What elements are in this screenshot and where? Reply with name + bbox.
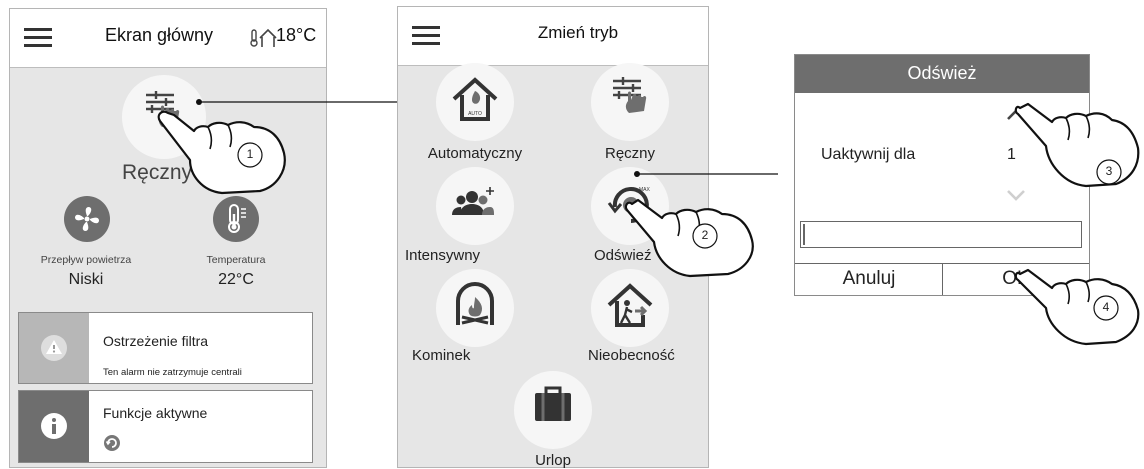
page-title: Zmień tryb (537, 23, 619, 42)
away-house-icon (607, 283, 653, 327)
callout-4-number: 4 (1102, 300, 1110, 314)
fan-icon (75, 207, 99, 231)
info-icon-area (19, 391, 89, 462)
callout-2-number: 2 (701, 228, 709, 242)
fireplace-icon (456, 282, 494, 325)
mode-away-label: Nieobecność (588, 347, 675, 364)
mode-automatic-label: Automatyczny (427, 145, 523, 162)
menu-icon[interactable] (412, 26, 440, 46)
cancel-label: Anuluj (842, 268, 896, 289)
temperature-value: 22°C (218, 271, 254, 288)
info-icon (41, 413, 67, 439)
mode-intensive-button[interactable] (436, 167, 514, 245)
callout-1-number: 1 (246, 147, 254, 161)
filter-warning-card[interactable]: Ostrzeżenie filtra Ten alarm nie zatrzym… (18, 312, 313, 384)
mode-holiday-button[interactable] (514, 371, 592, 449)
refresh-function-icon (104, 435, 120, 451)
hand-pointer-3-icon (1014, 102, 1140, 188)
svg-text:MAX: MAX (639, 187, 651, 193)
airflow-button[interactable] (64, 196, 110, 242)
menu-icon[interactable] (24, 28, 52, 48)
mode-fireplace-button[interactable] (436, 269, 514, 347)
suitcase-icon (535, 386, 571, 421)
home-header: Ekran główny 18°C (10, 9, 326, 68)
filter-warning-title: Ostrzeżenie filtra (103, 333, 209, 349)
people-group-icon (452, 187, 494, 215)
airflow-value: Niski (68, 271, 104, 288)
thermometer-icon (228, 204, 246, 233)
mode-manual-label: Ręczny (604, 145, 656, 162)
mode-fireplace-label: Kominek (412, 347, 471, 364)
manual-mode-icon (613, 77, 647, 113)
hand-pointer-4-icon (1014, 268, 1140, 346)
mode-intensive-label: Intensywny (405, 247, 481, 264)
change-mode-header: Zmień tryb (398, 7, 708, 66)
temperature-label: Temperatura (206, 254, 266, 266)
dialog-title: Odśwież (907, 63, 977, 83)
duration-value[interactable]: 1 (1007, 146, 1016, 164)
dialog-header: Odśwież (795, 55, 1089, 93)
temperature-button[interactable] (213, 196, 259, 242)
callout-3-number: 3 (1105, 164, 1113, 178)
auto-house-icon: AUTO (452, 77, 498, 121)
warning-icon-area (19, 313, 89, 383)
header-temperature: 18°C (276, 25, 317, 45)
cancel-button[interactable]: Anuluj (795, 263, 943, 295)
active-functions-card[interactable]: Funkcje aktywne (18, 390, 313, 463)
mode-automatic-button[interactable]: AUTO (436, 63, 514, 141)
filter-warning-text: Ten alarm nie zatrzymuje centrali (103, 367, 242, 378)
hand-pointer-1-icon (157, 110, 286, 195)
page-title: Ekran główny (105, 25, 214, 45)
home-screen: Ekran główny 18°C Ręczny Przepływ powiet… (9, 8, 327, 468)
svg-text:AUTO: AUTO (468, 111, 482, 117)
airflow-label: Przepływ powietrza (40, 254, 132, 266)
warning-icon (46, 340, 62, 354)
progress-bar (800, 221, 1082, 248)
mode-manual-button[interactable] (591, 63, 669, 141)
indoor-temperature-icon (250, 28, 277, 47)
mode-holiday-label: Urlop (535, 452, 571, 469)
active-functions-title: Funkcje aktywne (103, 405, 208, 421)
connector-line-2 (634, 171, 778, 177)
duration-label: Uaktywnij dla (821, 146, 916, 163)
